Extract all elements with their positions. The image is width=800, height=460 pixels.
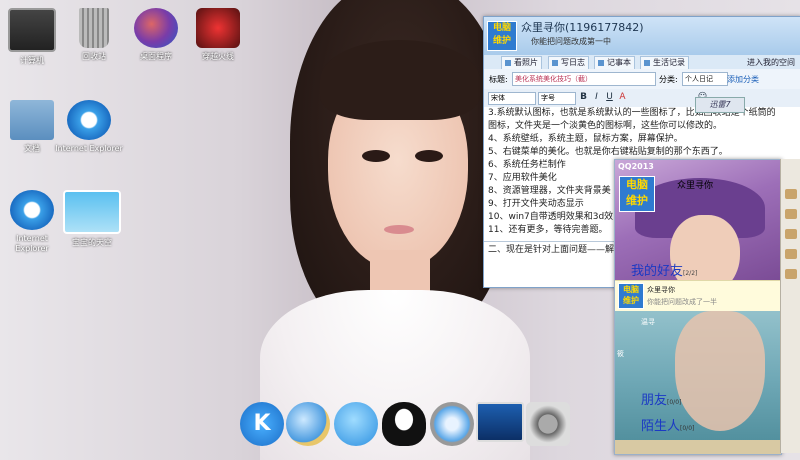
xunlei-badge[interactable]: 迅雷7: [695, 97, 745, 113]
font-size-select[interactable]: 字号: [538, 92, 576, 105]
computer-icon: [8, 8, 56, 52]
contact-name: 众里寻你(1196177842): [521, 21, 644, 34]
category-label: 分类:: [659, 75, 678, 84]
list-item[interactable]: 筱: [617, 349, 624, 359]
title-input[interactable]: 美化系统美化技巧（截）: [512, 72, 656, 86]
app-icon[interactable]: [785, 249, 797, 259]
recycle-bin-icon: [79, 8, 109, 48]
desktop-icon-ie[interactable]: Internet Explorer: [54, 100, 124, 154]
category-select[interactable]: 个人日记: [682, 72, 728, 86]
search-icon[interactable]: [286, 402, 330, 446]
panel-title: QQ2013: [618, 162, 654, 171]
panel-bottom-bar: [615, 440, 781, 454]
folder-icon: [10, 100, 54, 140]
desktop-icon-sky[interactable]: 宝宝的天空: [60, 190, 124, 248]
app-icon[interactable]: [785, 189, 797, 199]
message-notification[interactable]: 电脑 维护 众里寻你 你能把问题改成了一半: [615, 280, 781, 312]
side-toolbar: [780, 159, 800, 453]
signature: 你能把问题改成第一中: [531, 37, 611, 46]
list-item[interactable]: 温寻: [641, 317, 655, 327]
editor-line: 4、系统壁纸，系统主题，鼠标方案，屏幕保护。: [488, 134, 683, 144]
italic-button[interactable]: I: [591, 92, 602, 103]
panel-header: QQ2013 电脑 维护 众里寻你 我的好友[2/2]: [615, 160, 781, 295]
window-titlebar: 电脑 维护 众里寻你(1196177842) 你能把问题改成第一中: [484, 17, 800, 55]
tab-notepad[interactable]: 记事本: [594, 56, 635, 70]
image-file-icon: [63, 190, 121, 234]
editor-line: 3.系统默认图标，也就是系统默认的一些图标了，比如回收站是个纸筒的: [488, 108, 776, 118]
app-icon[interactable]: [785, 269, 797, 279]
group-strangers[interactable]: 陌生人[0/0]: [641, 415, 694, 434]
safari-compass-icon[interactable]: [430, 402, 474, 446]
apple-icon: [134, 8, 178, 48]
contact-list: 温寻 筱 朋友[0/0] 陌生人[0/0]: [615, 311, 781, 454]
font-select[interactable]: 宋体: [488, 92, 536, 105]
k-icon[interactable]: K: [240, 402, 284, 446]
add-category-link[interactable]: 添加分类: [727, 74, 759, 85]
monitor-icon[interactable]: [476, 402, 524, 442]
internet-explorer-icon: [10, 190, 54, 230]
avatar[interactable]: 电脑 维护: [619, 176, 655, 212]
underline-button[interactable]: U: [604, 92, 615, 103]
tab-life-record[interactable]: 生活记录: [640, 56, 689, 70]
internet-explorer-icon: [67, 100, 111, 140]
desktop-icon-apple[interactable]: 桌面程序: [124, 8, 188, 62]
tab-photos[interactable]: 看照片: [501, 56, 542, 70]
app-icon[interactable]: [785, 229, 797, 239]
avatar[interactable]: 电脑 维护: [487, 21, 517, 51]
title-row: 标题: 美化系统美化技巧（截） 分类: 个人日记 添加分类: [484, 69, 800, 89]
desktop-icon-computer[interactable]: 计算机: [0, 8, 64, 66]
editor-toolbar: 宋体 字号 B I U A ☺: [484, 89, 800, 108]
bold-button[interactable]: B: [578, 92, 589, 103]
avatar: 电脑 维护: [618, 283, 644, 309]
desktop-icon-ie-2[interactable]: Internet Explorer: [0, 190, 64, 254]
bubble-icon[interactable]: [334, 402, 378, 446]
notif-sender: 众里寻你: [647, 286, 675, 294]
notif-message: 你能把问题改成了一半: [647, 298, 717, 306]
tab-write-log[interactable]: 写日志: [548, 56, 589, 70]
title-label: 标题:: [489, 75, 508, 84]
desktop-icon-recycle-bin[interactable]: 回收站: [62, 8, 126, 62]
app-icon[interactable]: [785, 209, 797, 219]
enter-space-link[interactable]: 进入我的空间: [747, 57, 795, 68]
friends-banner[interactable]: 我的好友[2/2]: [631, 260, 697, 279]
qq2013-panel: QQ2013 电脑 维护 众里寻你 我的好友[2/2] 电脑 维护 众里寻你 你能把…: [614, 159, 782, 455]
panel-user-name: 众里寻你: [677, 181, 714, 191]
desktop-icon-crossfire[interactable]: 穿越火线: [186, 8, 250, 62]
dock: K: [236, 398, 570, 453]
editor-line: 图标，文件夹是一个淡黄色的图标啊，这些你可以修改的。: [488, 121, 723, 131]
qq-penguin-icon[interactable]: [382, 402, 426, 446]
editor-line: 5、右键菜单的美化。也就是你右键粘贴复制的那个东西了。: [488, 147, 728, 157]
font-color-button[interactable]: A: [617, 92, 628, 103]
crossfire-icon: [196, 8, 240, 48]
group-friends[interactable]: 朋友[0/0]: [641, 389, 681, 408]
settings-gear-icon[interactable]: [526, 402, 570, 446]
